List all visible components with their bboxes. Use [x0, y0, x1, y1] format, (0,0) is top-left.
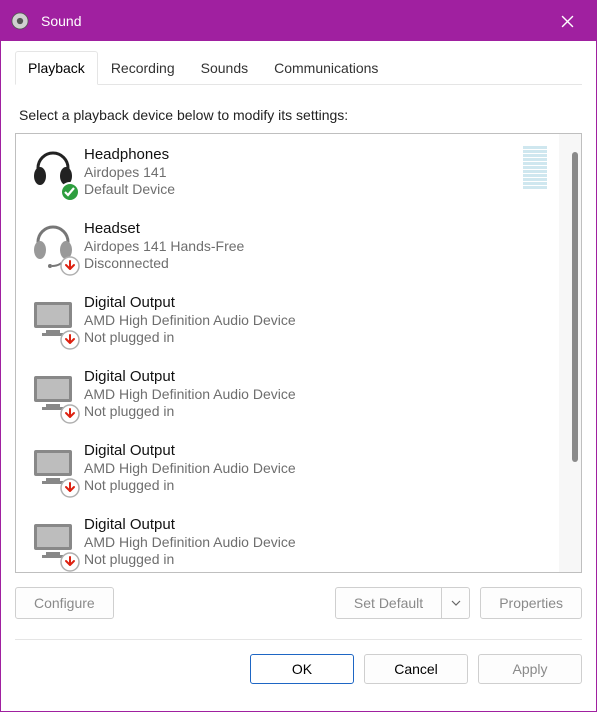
- unplugged-badge-icon: [60, 256, 80, 276]
- apply-button[interactable]: Apply: [478, 654, 582, 684]
- dialog-body: PlaybackRecordingSoundsCommunications Se…: [1, 41, 596, 711]
- device-status: Not plugged in: [84, 477, 549, 493]
- device-item[interactable]: Digital OutputAMD High Definition Audio …: [16, 430, 559, 504]
- cancel-button[interactable]: Cancel: [364, 654, 468, 684]
- set-default-splitbutton: Set Default: [335, 587, 470, 619]
- device-status: Default Device: [84, 181, 523, 197]
- device-name: Headphones: [84, 146, 523, 163]
- device-list-container: HeadphonesAirdopes 141Default DeviceHead…: [15, 133, 582, 573]
- device-subtitle: Airdopes 141: [84, 164, 523, 180]
- scrollbar[interactable]: [559, 134, 581, 572]
- close-button[interactable]: [544, 1, 590, 41]
- monitor-icon: [28, 366, 78, 422]
- device-item[interactable]: Digital OutputAMD High Definition Audio …: [16, 356, 559, 430]
- tab-sounds[interactable]: Sounds: [188, 51, 261, 84]
- device-subtitle: AMD High Definition Audio Device: [84, 460, 549, 476]
- set-default-dropdown[interactable]: [442, 587, 470, 619]
- device-subtitle: AMD High Definition Audio Device: [84, 534, 549, 550]
- scrollbar-thumb[interactable]: [572, 152, 578, 462]
- device-name: Digital Output: [84, 516, 549, 533]
- device-name: Headset: [84, 220, 549, 237]
- device-subtitle: Airdopes 141 Hands-Free: [84, 238, 549, 254]
- configure-button[interactable]: Configure: [15, 587, 114, 619]
- tab-recording[interactable]: Recording: [98, 51, 188, 84]
- monitor-icon: [28, 514, 78, 570]
- device-status: Disconnected: [84, 255, 549, 271]
- device-status: Not plugged in: [84, 403, 549, 419]
- device-item[interactable]: Digital OutputAMD High Definition Audio …: [16, 282, 559, 356]
- device-item[interactable]: HeadsetAirdopes 141 Hands-FreeDisconnect…: [16, 208, 559, 282]
- device-item[interactable]: Digital OutputAMD High Definition Audio …: [16, 504, 559, 572]
- footer: OK Cancel Apply: [15, 639, 582, 684]
- check-badge-icon: [60, 182, 80, 202]
- unplugged-badge-icon: [60, 330, 80, 350]
- headphones-icon: [28, 144, 78, 200]
- device-list[interactable]: HeadphonesAirdopes 141Default DeviceHead…: [16, 134, 559, 572]
- device-name: Digital Output: [84, 294, 549, 311]
- sound-icon: [11, 12, 29, 30]
- chevron-down-icon: [451, 600, 461, 606]
- tab-communications[interactable]: Communications: [261, 51, 391, 84]
- unplugged-badge-icon: [60, 404, 80, 424]
- monitor-icon: [28, 440, 78, 496]
- device-name: Digital Output: [84, 442, 549, 459]
- device-status: Not plugged in: [84, 551, 549, 567]
- headset-icon: [28, 218, 78, 274]
- monitor-icon: [28, 292, 78, 348]
- action-row: Configure Set Default Properties: [15, 587, 582, 619]
- tabstrip: PlaybackRecordingSoundsCommunications: [15, 51, 582, 85]
- device-info: Digital OutputAMD High Definition Audio …: [84, 292, 549, 345]
- unplugged-badge-icon: [60, 552, 80, 572]
- level-meter: [523, 146, 547, 189]
- window-title: Sound: [41, 13, 544, 29]
- device-name: Digital Output: [84, 368, 549, 385]
- sound-dialog: Sound PlaybackRecordingSoundsCommunicati…: [0, 0, 597, 712]
- device-info: Digital OutputAMD High Definition Audio …: [84, 514, 549, 567]
- device-info: Digital OutputAMD High Definition Audio …: [84, 440, 549, 493]
- device-info: HeadsetAirdopes 141 Hands-FreeDisconnect…: [84, 218, 549, 271]
- device-subtitle: AMD High Definition Audio Device: [84, 386, 549, 402]
- device-info: Digital OutputAMD High Definition Audio …: [84, 366, 549, 419]
- unplugged-badge-icon: [60, 478, 80, 498]
- properties-button[interactable]: Properties: [480, 587, 582, 619]
- close-icon: [561, 15, 574, 28]
- ok-button[interactable]: OK: [250, 654, 354, 684]
- device-status: Not plugged in: [84, 329, 549, 345]
- tab-playback[interactable]: Playback: [15, 51, 98, 85]
- device-subtitle: AMD High Definition Audio Device: [84, 312, 549, 328]
- instruction-text: Select a playback device below to modify…: [19, 107, 578, 123]
- titlebar: Sound: [1, 1, 596, 41]
- device-item[interactable]: HeadphonesAirdopes 141Default Device: [16, 134, 559, 208]
- set-default-button[interactable]: Set Default: [335, 587, 442, 619]
- device-info: HeadphonesAirdopes 141Default Device: [84, 144, 523, 197]
